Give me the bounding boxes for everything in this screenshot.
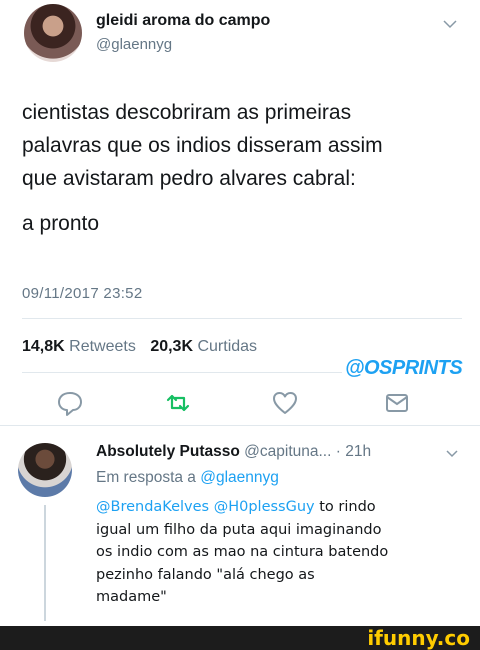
tweet-text-line: a pronto: [22, 212, 100, 235]
reply-header: Absolutely Putasso @capituna... · 21h: [96, 443, 371, 461]
likes-count[interactable]: 20,3K: [150, 338, 193, 355]
timestamp[interactable]: 09/11/2017 23:52: [22, 285, 142, 302]
avatar[interactable]: [18, 443, 72, 497]
reply-user-handle[interactable]: @capituna...: [244, 443, 331, 460]
like-icon[interactable]: [270, 388, 300, 418]
reply-text-line: @BrendaKelves @H0plessGuy to rindo: [96, 496, 466, 519]
retweets-label[interactable]: Retweets: [69, 338, 136, 355]
in-reply-user[interactable]: @glaennyg: [200, 469, 279, 486]
reply-icon[interactable]: [55, 388, 85, 418]
in-reply-to: Em resposta a @glaennyg: [96, 469, 279, 487]
reply-text-line: os indio com as mao na cintura batendo: [96, 544, 389, 560]
divider: [22, 318, 462, 319]
mention-link[interactable]: @H0plessGuy: [214, 499, 315, 515]
mention-link[interactable]: @BrendaKelves: [96, 499, 209, 515]
tweet-text-line: cientistas descobriram as primeiras: [22, 101, 352, 124]
retweets-count[interactable]: 14,8K: [22, 338, 65, 355]
footer-bar: ifunny.co: [0, 626, 480, 650]
tweet-text-line: palavras que os indios disseram assim: [22, 134, 383, 157]
reply-user-name[interactable]: Absolutely Putasso: [96, 443, 240, 460]
retweet-icon[interactable]: [163, 388, 193, 418]
chevron-down-icon[interactable]: [445, 449, 459, 459]
reply-text-line: madame": [96, 589, 167, 605]
watermark: @OSPRINTS: [345, 357, 463, 379]
tweet-text-line: que avistaram pedro alvares cabral:: [22, 167, 356, 190]
chevron-down-icon[interactable]: [442, 18, 458, 30]
reply-tweet: Absolutely Putasso @capituna... · 21h Em…: [0, 425, 480, 625]
divider: [22, 372, 342, 373]
reply-text-line: igual um filho da puta aqui imaginando: [96, 521, 382, 538]
reply-time[interactable]: · 21h: [336, 443, 371, 460]
reply-text: @BrendaKelves @H0plessGuy to rindo igual…: [96, 496, 466, 609]
reply-text-line: pezinho falando "alá chego as: [96, 566, 315, 583]
ifunny-logo: ifunny.co: [367, 626, 470, 650]
tweet-text: cientistas descobriram as primeiras pala…: [22, 96, 462, 240]
user-handle[interactable]: @glaennyg: [96, 36, 172, 53]
thread-line: [44, 505, 46, 621]
avatar[interactable]: [24, 4, 82, 62]
likes-label[interactable]: Curtidas: [197, 338, 257, 355]
reply-text-fragment: to rindo: [314, 499, 376, 515]
in-reply-prefix: Em resposta a: [96, 469, 196, 486]
message-icon[interactable]: [382, 388, 412, 418]
engagement-stats: 14,8K Retweets 20,3K Curtidas: [22, 338, 267, 356]
user-name[interactable]: gleidi aroma do campo: [96, 12, 270, 30]
main-tweet: gleidi aroma do campo @glaennyg cientist…: [0, 0, 480, 420]
